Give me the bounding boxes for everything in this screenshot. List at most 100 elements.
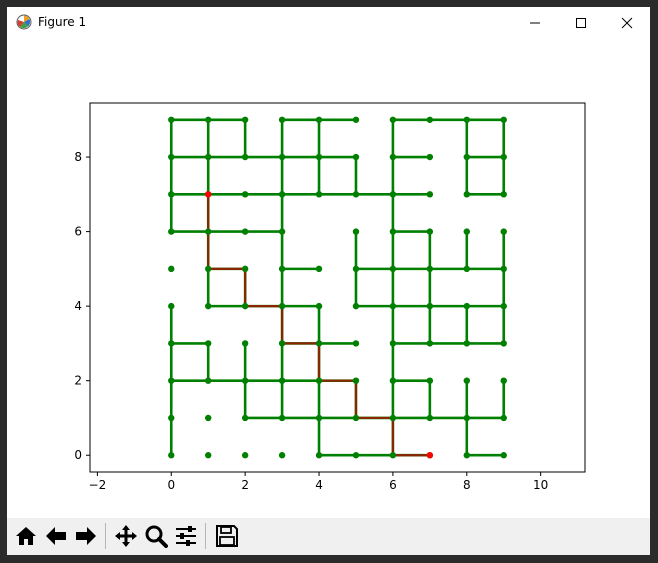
- graph-node: [500, 116, 507, 123]
- navigation-toolbar: [7, 518, 650, 555]
- graph-node: [315, 265, 323, 273]
- graph-node: [168, 153, 175, 161]
- graph-node: [278, 153, 286, 161]
- graph-node: [389, 302, 397, 310]
- graph-node: [241, 452, 249, 459]
- graph-node: [168, 414, 175, 422]
- graph-node: [205, 340, 212, 347]
- graph-node: [500, 452, 507, 459]
- figure-window: Figure 1 −2 0 2 4 6 8 10 0 2 4 6 8: [7, 7, 650, 555]
- y-tick-label: 4: [74, 299, 82, 313]
- minimize-icon: [530, 22, 540, 23]
- maximize-icon: [576, 17, 586, 28]
- graph-node: [426, 414, 434, 422]
- y-tick-label: 8: [74, 150, 82, 164]
- pan-button[interactable]: [112, 522, 140, 550]
- graph-node: [389, 153, 397, 161]
- graph-node: [389, 265, 397, 273]
- graph-node: [463, 452, 470, 459]
- graph-node: [168, 452, 175, 459]
- home-button[interactable]: [12, 522, 40, 550]
- graph-node: [500, 228, 507, 235]
- graph-node: [500, 153, 507, 161]
- graph-node: [205, 153, 212, 161]
- graph-node: [241, 302, 249, 310]
- graph-node: [168, 228, 175, 235]
- graph-node: [500, 265, 507, 273]
- axes-frame: [89, 102, 586, 473]
- graph-node: [205, 228, 212, 235]
- graph-node: [241, 116, 249, 123]
- configure-subplots-icon: [176, 526, 196, 546]
- graph-node: [168, 265, 175, 273]
- graph-node: [389, 228, 397, 235]
- graph-node: [278, 377, 286, 384]
- x-tick-label: 8: [463, 478, 471, 492]
- graph-node: [389, 191, 397, 198]
- title-bar[interactable]: Figure 1: [7, 7, 650, 38]
- maximize-button[interactable]: [558, 7, 604, 38]
- window-title: Figure 1: [38, 15, 87, 29]
- graph-node: [168, 302, 175, 310]
- graph-node: [168, 340, 175, 347]
- graph-node: [463, 265, 470, 273]
- graph-node: [463, 414, 470, 422]
- graph-node: [426, 191, 434, 198]
- graph-node: [315, 302, 323, 310]
- pan-move-icon: [115, 525, 137, 547]
- graph-node: [241, 265, 249, 273]
- graph-node: [426, 153, 434, 161]
- graph-node: [500, 414, 507, 422]
- graph-node: [426, 377, 434, 384]
- graph-node: [241, 340, 249, 347]
- x-tick-label: 0: [167, 478, 175, 492]
- graph-node: [426, 228, 434, 235]
- graph-node: [241, 414, 249, 422]
- minimize-button[interactable]: [512, 7, 558, 38]
- close-button[interactable]: [604, 7, 650, 38]
- graph-node: [352, 302, 360, 310]
- graph-node: [463, 377, 470, 384]
- zoom-magnifier-icon: [145, 525, 168, 548]
- y-tick-label: 0: [74, 448, 82, 462]
- graph-node: [205, 116, 212, 123]
- graph-node: [168, 191, 175, 198]
- graph-node: [205, 377, 212, 384]
- graph-node: [389, 116, 397, 123]
- graph-node: [241, 228, 249, 235]
- matplotlib-logo-icon: [16, 14, 32, 30]
- x-tick-label: 6: [389, 478, 397, 492]
- close-icon: [621, 17, 633, 28]
- graph-node: [168, 116, 175, 123]
- graph-node: [278, 414, 286, 422]
- graph-node: [426, 340, 434, 347]
- graph-node: [463, 116, 470, 123]
- graph-node: [278, 116, 286, 123]
- graph-node: [315, 153, 323, 161]
- graph-node: [278, 228, 286, 235]
- x-tick-label: −2: [89, 478, 107, 492]
- zoom-button[interactable]: [142, 522, 170, 550]
- graph-node: [278, 340, 286, 347]
- x-tick-label: 2: [241, 478, 249, 492]
- graph-node: [426, 116, 434, 123]
- back-button[interactable]: [42, 522, 70, 550]
- back-arrow-icon: [46, 527, 66, 545]
- graph-node: [205, 452, 212, 459]
- configure-subplots-button[interactable]: [172, 522, 200, 550]
- forward-button[interactable]: [72, 522, 100, 550]
- y-tick-label: 2: [74, 374, 82, 388]
- graph-node: [426, 265, 434, 273]
- toolbar-separator: [205, 523, 206, 549]
- graph-node: [500, 377, 507, 384]
- graph-node: [241, 153, 249, 161]
- graph-node: [463, 191, 470, 198]
- save-floppy-icon: [216, 525, 238, 547]
- figure-canvas[interactable]: −2 0 2 4 6 8 10 0 2 4 6 8: [7, 38, 650, 518]
- graph-node: [205, 414, 212, 422]
- graph-node: [463, 153, 470, 161]
- x-tick-label: 4: [315, 478, 323, 492]
- graph-node: [241, 377, 249, 384]
- save-button[interactable]: [213, 522, 241, 550]
- home-icon: [16, 527, 36, 545]
